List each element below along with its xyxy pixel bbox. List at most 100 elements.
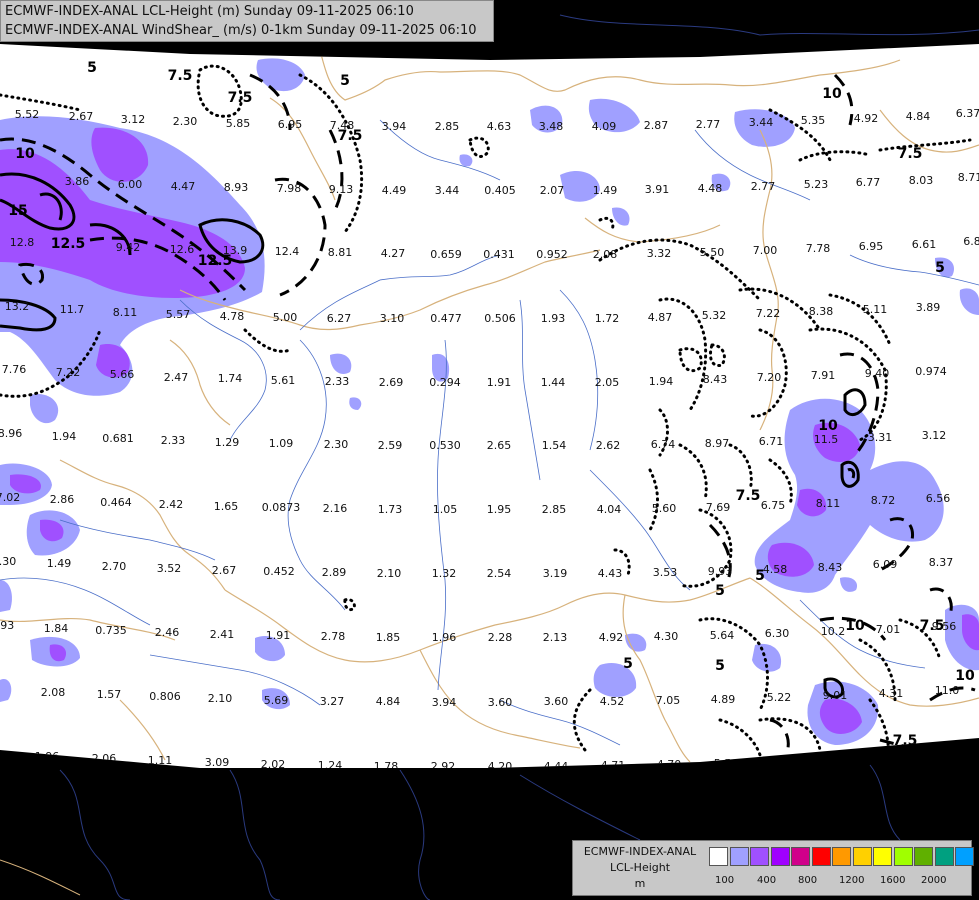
grid-value: 9.56 <box>932 620 957 633</box>
grid-value: 6.56 <box>926 492 951 505</box>
contour-label: 5 <box>340 73 350 89</box>
grid-value: 2.78 <box>321 630 346 643</box>
grid-value: 7.22 <box>56 366 81 379</box>
legend-swatch <box>934 847 954 866</box>
grid-value: 4.89 <box>711 693 736 706</box>
grid-value: 2.13 <box>543 631 568 644</box>
contour-label: 10 <box>818 418 838 434</box>
grid-value: 2.46 <box>155 626 180 639</box>
contour-label: 10 <box>15 146 35 162</box>
grid-value: 4.87 <box>648 311 673 324</box>
grid-value: 5.52 <box>15 108 40 121</box>
grid-value: 5.85 <box>226 117 251 130</box>
grid-value: 12.7 <box>940 748 965 761</box>
grid-value: 3.89 <box>916 301 941 314</box>
grid-value: 10.2 <box>821 625 846 638</box>
grid-value: 3.94 <box>432 696 457 709</box>
grid-value: 9.40 <box>865 367 890 380</box>
grid-value: 5.64 <box>710 629 735 642</box>
map-canvas[interactable]: 5 7.5 57.5101512.512.5107.55107.555107.510… <box>0 0 979 900</box>
grid-value: 1.96 <box>432 631 457 644</box>
grid-value: 4.78 <box>220 310 245 323</box>
grid-value: 1.05 <box>433 503 458 516</box>
grid-value: 8.43 <box>703 373 728 386</box>
grid-value: 1.85 <box>376 631 401 644</box>
grid-value: 8.93 <box>224 181 249 194</box>
grid-value: 5.58 <box>714 757 739 770</box>
grid-value: 8.71 <box>958 171 979 184</box>
legend-swatch <box>955 847 974 866</box>
grid-value: 6.09 <box>873 558 898 571</box>
legend-swatch <box>709 847 728 866</box>
grid-value: 12.8 <box>10 236 35 249</box>
map-viewer: 5 7.5 5 7.5 10 15 12.5 12.5 10 7.5 5 10 7.5 5 5 10 7.5 10… <box>0 0 979 900</box>
legend-tick: 100 <box>715 875 735 886</box>
grid-value: 3.27 <box>320 695 345 708</box>
grid-value: 6.95 <box>859 240 884 253</box>
grid-value: 2.77 <box>751 180 776 193</box>
grid-value: 8.43 <box>818 561 843 574</box>
grid-value: 5.66 <box>110 368 135 381</box>
grid-value: 2.06 <box>92 752 117 765</box>
contour-label: 15 <box>8 203 27 219</box>
grid-value: 1.09 <box>269 437 294 450</box>
grid-value: 2.33 <box>161 434 186 447</box>
grid-value: 5.23 <box>804 178 829 191</box>
grid-value: 1.54 <box>542 439 567 452</box>
legend-tick: 2000 <box>921 875 947 886</box>
grid-value: 3.31 <box>868 431 893 444</box>
grid-value: 4.49 <box>382 184 407 197</box>
grid-value: 0.477 <box>430 312 462 325</box>
title-line-1: ECMWF-INDEX-ANAL LCL-Height (m) Sunday 0… <box>5 4 414 19</box>
contour-label: 10 <box>822 86 842 102</box>
grid-value: 6.74 <box>651 438 676 451</box>
grid-value: 3.60 <box>544 695 569 708</box>
grid-value: 4.27 <box>381 247 406 260</box>
grid-value: 8.03 <box>909 174 934 187</box>
grid-value: 0.405 <box>484 184 516 197</box>
grid-value: 3.48 <box>539 120 564 133</box>
grid-value: 6.30 <box>765 627 790 640</box>
outer-coast <box>0 859 81 896</box>
grid-value: 7.76 <box>2 363 27 376</box>
grid-value: 5.40 <box>883 751 908 764</box>
grid-value: 4.70 <box>657 758 682 771</box>
grid-value: 12.6 <box>170 243 195 256</box>
grid-value: 7.00 <box>753 244 778 257</box>
grid-value: 8.75 <box>770 755 795 768</box>
grid-value: 4.63 <box>487 120 512 133</box>
grid-value: 11.0 <box>935 684 960 697</box>
grid-value: 2.77 <box>696 118 721 131</box>
grid-value: 8.11 <box>816 497 841 510</box>
grid-value: 4.48 <box>698 182 723 195</box>
grid-value: 2.85 <box>435 120 460 133</box>
grid-value: 2.41 <box>210 628 235 641</box>
grid-value: 6.95 <box>278 118 303 131</box>
grid-value: 0.659 <box>430 248 462 261</box>
grid-value: 1.49 <box>593 184 618 197</box>
grid-value: 4.92 <box>854 112 879 125</box>
grid-value: 13.2 <box>5 300 30 313</box>
grid-value: 1.94 <box>649 375 674 388</box>
grid-value: 4.04 <box>597 503 622 516</box>
grid-value: 5.22 <box>767 691 792 704</box>
legend-swatch <box>811 847 831 866</box>
grid-value: 4.71 <box>601 759 626 772</box>
grid-value: 2.02 <box>261 758 286 771</box>
grid-value: 2.67 <box>212 564 237 577</box>
grid-value: 8.72 <box>871 494 896 507</box>
grid-value: 8.96 <box>0 427 22 440</box>
grid-value: 4.20 <box>488 760 513 773</box>
grid-value: 8.11 <box>113 306 138 319</box>
grid-value: 9.01 <box>823 689 848 702</box>
contour-label: 7.5 <box>893 733 918 749</box>
grid-value: 1.24 <box>318 759 343 772</box>
grid-value: 1.65 <box>214 500 239 513</box>
grid-value: 3.94 <box>382 120 407 133</box>
grid-value: 1.32 <box>432 567 457 580</box>
grid-value: 5.32 <box>702 309 727 322</box>
grid-value: 0.530 <box>429 439 461 452</box>
grid-value: 11.5 <box>814 433 839 446</box>
grid-value: 2.30 <box>173 115 198 128</box>
grid-value: 3.32 <box>647 247 672 260</box>
